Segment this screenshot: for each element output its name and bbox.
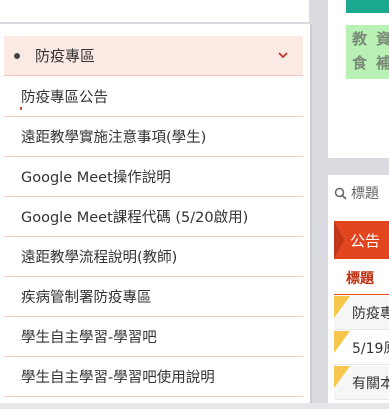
table-row[interactable]: 有關本 — [334, 366, 389, 400]
menu-item-announcement[interactable]: 防疫專區公告 — [4, 77, 303, 117]
menu-item-label: 防疫專區公告 — [21, 90, 108, 106]
menu-item-label: 學生自主學習-學習吧 — [21, 330, 157, 346]
menu-item-label: Google Meet操作說明 — [21, 170, 171, 186]
flag-icon — [334, 366, 350, 388]
announcement-tab[interactable]: 公告 — [334, 221, 389, 259]
bullet-icon — [14, 52, 20, 59]
row-title: 有關本 — [352, 375, 389, 392]
menu-item-self-learning-guide[interactable]: 學生自主學習-學習吧使用說明 — [4, 357, 303, 397]
flag-icon — [334, 331, 350, 353]
row-title: 5/19原 — [352, 340, 389, 357]
side-menu-panel: 防疫專區 防疫專區公告 遠距教學實施注意事項(學生) Google Meet操作… — [0, 24, 312, 409]
green-banner[interactable]: 教 資 食 補 — [346, 25, 389, 79]
menu-item-label: 學生自主學習-學習吧使用說明 — [21, 370, 215, 386]
row-title: 防疫專 — [352, 305, 389, 322]
search-icon — [334, 187, 347, 200]
column-header-label: 標題 — [346, 270, 374, 287]
menu-item-label: 疾病管制署防疫專區 — [21, 290, 152, 306]
chevron-down-icon — [278, 52, 288, 59]
announcement-tab-label: 公告 — [350, 231, 381, 250]
menu-item-label: 遠距教學實施注意事項(學生) — [21, 130, 207, 146]
menu-header-label: 防疫專區 — [35, 47, 96, 65]
announcement-panel: 標題 公告 標題 防疫專 5/19原 有關本 — [328, 175, 389, 409]
teal-banner[interactable] — [346, 0, 389, 13]
menu-item-self-learning[interactable]: 學生自主學習-學習吧 — [4, 317, 303, 357]
menu-item-meet-guide[interactable]: Google Meet操作說明 — [4, 157, 303, 197]
menu-item-meet-codes[interactable]: Google Meet課程代碼 (5/20啟用) — [4, 197, 303, 237]
tab-arrow-icon — [334, 221, 344, 259]
menu-list: 防疫專區公告 遠距教學實施注意事項(學生) Google Meet操作說明 Go… — [4, 77, 303, 397]
menu-item-label: Google Meet課程代碼 (5/20啟用) — [21, 210, 249, 226]
flag-icon — [334, 296, 350, 318]
menu-item-remote-notes[interactable]: 遠距教學實施注意事項(學生) — [4, 117, 303, 157]
top-content-box — [0, 0, 309, 22]
search-placeholder: 標題 — [351, 186, 379, 202]
banner-char: 補 — [376, 54, 389, 72]
menu-item-cdc[interactable]: 疾病管制署防疫專區 — [4, 277, 303, 317]
table-row[interactable]: 5/19原 — [334, 331, 389, 365]
menu-item-teacher-flow[interactable]: 遠距教學流程說明(教師) — [4, 237, 303, 277]
banner-char: 資 — [376, 30, 389, 48]
banner-char: 食 — [352, 54, 368, 72]
menu-header-epidemic[interactable]: 防疫專區 — [4, 36, 303, 76]
table-row[interactable]: 防疫專 — [334, 296, 389, 330]
right-banner-area: 教 資 食 補 — [328, 0, 389, 158]
menu-item-label: 遠距教學流程說明(教師) — [21, 250, 178, 266]
search-field[interactable]: 標題 — [334, 183, 379, 203]
banner-char: 教 — [352, 30, 368, 48]
cursor-mark — [20, 107, 22, 110]
title-column-header: 標題 — [334, 261, 389, 295]
bottom-edge — [0, 403, 389, 409]
